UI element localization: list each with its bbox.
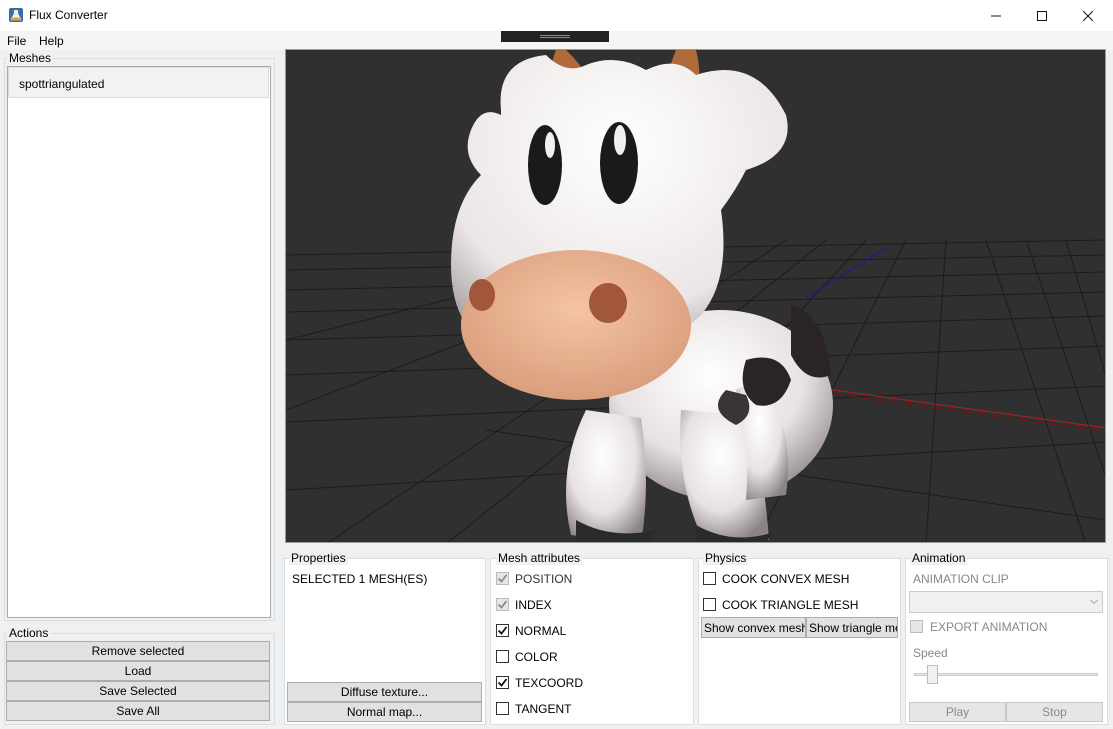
- 3d-viewport[interactable]: [285, 49, 1106, 543]
- speed-slider-thumb[interactable]: [927, 665, 938, 684]
- chevron-down-icon: [1090, 599, 1098, 605]
- normal-label: NORMAL: [515, 624, 567, 638]
- color-label: COLOR: [515, 650, 558, 664]
- flask-icon: [8, 7, 24, 23]
- position-checkbox[interactable]: [496, 572, 509, 585]
- cook-convex-mesh-checkbox[interactable]: [703, 572, 716, 585]
- tangent-checkbox[interactable]: [496, 702, 509, 715]
- checkmark-icon: [497, 574, 508, 583]
- checkmark-icon: [497, 600, 508, 609]
- animation-label: Animation: [910, 551, 968, 565]
- speed-label: Speed: [913, 646, 948, 660]
- load-button[interactable]: Load: [6, 661, 270, 681]
- actions-label: Actions: [7, 626, 51, 640]
- checkmark-icon: [497, 678, 508, 687]
- texcoord-label: TEXCOORD: [515, 676, 584, 690]
- cow-model: [451, 50, 833, 542]
- minimize-icon[interactable]: [973, 0, 1019, 31]
- meshes-label: Meshes: [7, 51, 54, 65]
- checkmark-icon: [497, 626, 508, 635]
- mesh-attributes-label: Mesh attributes: [496, 551, 583, 565]
- play-button[interactable]: Play: [909, 702, 1006, 722]
- cook-triangle-mesh-label: COOK TRIANGLE MESH: [722, 598, 859, 612]
- list-item[interactable]: spottriangulated: [8, 67, 269, 98]
- properties-label: Properties: [289, 551, 348, 565]
- stop-button[interactable]: Stop: [1006, 702, 1103, 722]
- meshes-list[interactable]: [7, 66, 271, 618]
- menu-help[interactable]: Help: [39, 34, 64, 48]
- menu-file[interactable]: File: [7, 34, 26, 48]
- close-icon[interactable]: [1065, 0, 1111, 31]
- diffuse-texture-button[interactable]: Diffuse texture...: [287, 682, 482, 702]
- animation-clip-select[interactable]: [909, 591, 1103, 613]
- show-triangle-mesh-button[interactable]: Show triangle me: [806, 617, 898, 638]
- maximize-icon[interactable]: [1019, 0, 1065, 31]
- color-checkbox[interactable]: [496, 650, 509, 663]
- selection-status: SELECTED 1 MESH(ES): [292, 572, 428, 586]
- export-animation-checkbox[interactable]: [910, 620, 923, 633]
- remove-selected-button[interactable]: Remove selected: [6, 641, 270, 661]
- texcoord-checkbox[interactable]: [496, 676, 509, 689]
- tangent-label: TANGENT: [515, 702, 572, 716]
- normal-map-button[interactable]: Normal map...: [287, 702, 482, 722]
- window-title: Flux Converter: [29, 8, 108, 22]
- export-animation-label: EXPORT ANIMATION: [930, 620, 1048, 634]
- normal-checkbox[interactable]: [496, 624, 509, 637]
- cook-triangle-mesh-checkbox[interactable]: [703, 598, 716, 611]
- grip-handle-icon: [540, 35, 570, 38]
- viewport-scene: [286, 50, 1105, 542]
- animation-clip-label: ANIMATION CLIP: [913, 572, 1009, 586]
- physics-label: Physics: [703, 551, 749, 565]
- speed-slider-track[interactable]: [914, 673, 1098, 676]
- position-label: POSITION: [515, 572, 573, 586]
- show-convex-mesh-button[interactable]: Show convex mesh: [701, 617, 806, 638]
- title-bar: [0, 0, 1113, 31]
- index-label: INDEX: [515, 598, 552, 612]
- save-all-button[interactable]: Save All: [6, 701, 270, 721]
- save-selected-button[interactable]: Save Selected: [6, 681, 270, 701]
- cook-convex-mesh-label: COOK CONVEX MESH: [722, 572, 850, 586]
- index-checkbox[interactable]: [496, 598, 509, 611]
- z-axis: [805, 247, 887, 299]
